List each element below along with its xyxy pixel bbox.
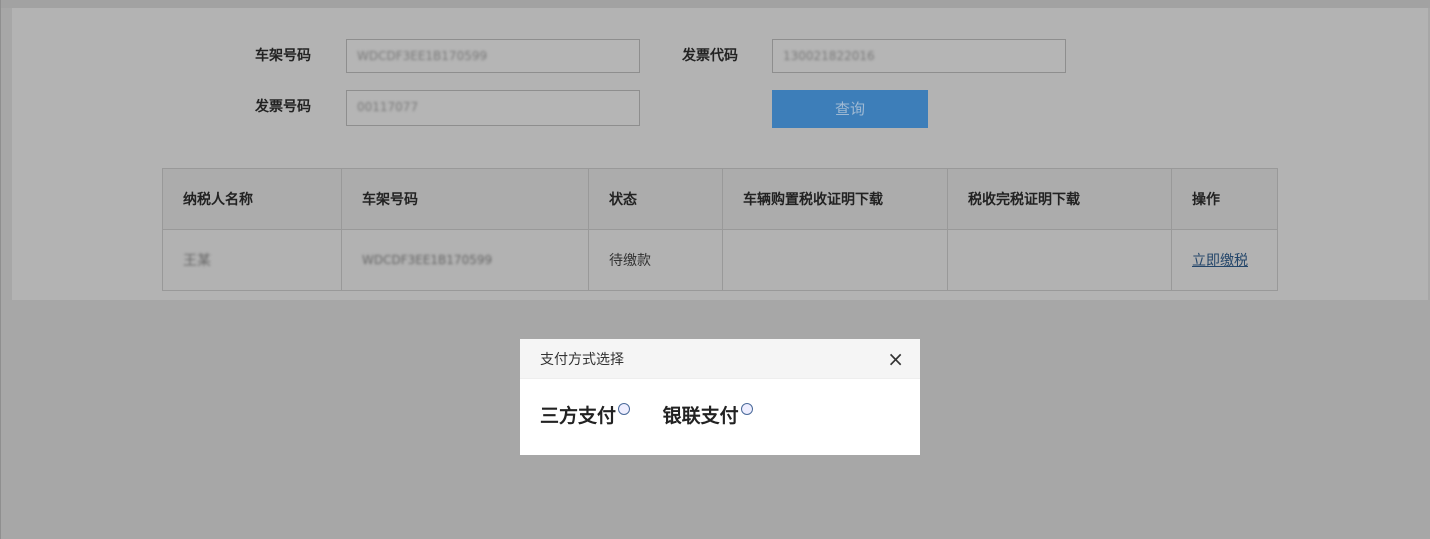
header-status: 状态 <box>588 168 723 230</box>
radio-third-party[interactable] <box>618 403 631 415</box>
header-action: 操作 <box>1171 168 1278 230</box>
results-table: 纳税人名称 车架号码 状态 车辆购置税收证明下载 税收完税证明下载 操作 王某 … <box>162 168 1278 291</box>
header-purchase-cert: 车辆购置税收证明下载 <box>722 168 948 230</box>
option-unionpay-label: 银联支付 <box>662 405 739 427</box>
dialog-title: 支付方式选择 <box>540 352 624 368</box>
frame-number-value: WDCDF3EE1B170599 <box>357 49 488 63</box>
cell-frame: WDCDF3EE1B170599 <box>341 229 589 291</box>
table-header: 纳税人名称 车架号码 状态 车辆购置税收证明下载 税收完税证明下载 操作 <box>162 168 1278 230</box>
frame-number-input[interactable]: WDCDF3EE1B170599 <box>346 39 640 73</box>
payment-options: 三方支付 银联支付 <box>520 379 920 450</box>
option-third-party[interactable]: 三方支付 <box>540 401 631 428</box>
cell-action: 立即缴税 <box>1171 229 1278 291</box>
frame-number-label: 车架号码 <box>255 48 311 64</box>
cell-tax-cert <box>947 229 1172 291</box>
pay-now-link[interactable]: 立即缴税 <box>1192 253 1248 269</box>
invoice-code-value: 130021822016 <box>783 49 875 63</box>
payment-method-dialog: 支付方式选择 × 三方支付 银联支付 <box>520 339 920 455</box>
query-button[interactable]: 查询 <box>772 90 928 128</box>
cell-taxpayer: 王某 <box>162 229 342 291</box>
header-taxpayer: 纳税人名称 <box>162 168 342 230</box>
header-tax-cert: 税收完税证明下载 <box>947 168 1172 230</box>
invoice-number-value: 00117077 <box>357 100 419 114</box>
close-icon[interactable]: × <box>887 349 904 369</box>
invoice-code-label: 发票代码 <box>682 48 738 64</box>
option-third-party-label: 三方支付 <box>540 405 617 427</box>
invoice-number-input[interactable]: 00117077 <box>346 90 640 126</box>
radio-unionpay[interactable] <box>740 403 753 415</box>
header-frame: 车架号码 <box>341 168 589 230</box>
table-row: 王某 WDCDF3EE1B170599 待缴款 立即缴税 <box>162 229 1278 291</box>
frame-number: WDCDF3EE1B170599 <box>362 253 493 267</box>
top-bar <box>0 0 1430 8</box>
invoice-code-input[interactable]: 130021822016 <box>772 39 1066 73</box>
cell-purchase-cert <box>722 229 948 291</box>
dialog-header: 支付方式选择 × <box>520 339 920 379</box>
taxpayer-name: 王某 <box>183 253 211 269</box>
cell-status: 待缴款 <box>588 229 723 291</box>
option-unionpay[interactable]: 银联支付 <box>663 401 753 428</box>
invoice-number-label: 发票号码 <box>255 99 311 115</box>
left-border <box>0 0 1 539</box>
